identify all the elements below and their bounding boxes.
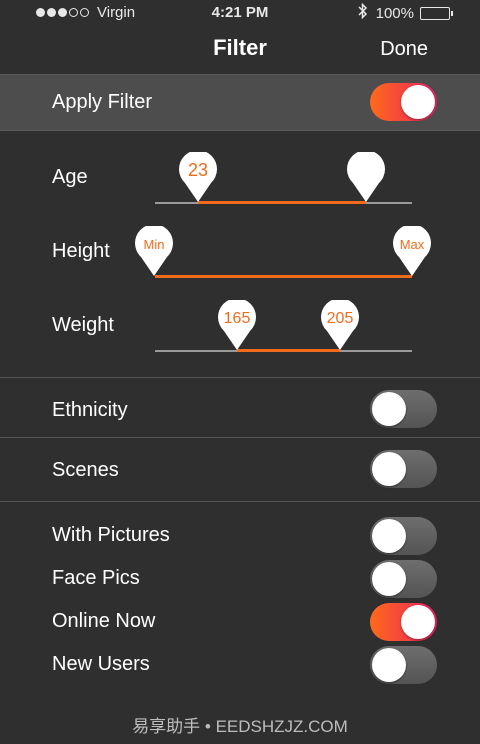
scenes-label: Scenes [52, 459, 119, 481]
new-users-label: New Users [52, 653, 150, 675]
height-max-value: Max [399, 237, 425, 252]
apply-filter-toggle[interactable] [370, 83, 437, 121]
apply-filter-label: Apply Filter [52, 91, 153, 113]
toggle-knob [401, 85, 435, 119]
weight-min-handle[interactable]: 165 [218, 300, 256, 350]
height-min-value: Min [143, 237, 165, 252]
weight-label: Weight [52, 314, 114, 336]
height-max-handle[interactable]: Max [393, 226, 431, 276]
apply-filter-row: Apply Filter [0, 74, 480, 131]
status-right: 100% [358, 2, 453, 23]
age-min-handle[interactable]: 23 [179, 152, 217, 202]
weight-max-value: 205 [326, 310, 354, 327]
online-now-label: Online Now [52, 610, 156, 632]
face-pics-label: Face Pics [52, 567, 140, 589]
toggle-knob [372, 648, 406, 682]
height-min-handle[interactable]: Min [135, 226, 173, 276]
height-slider-range [155, 275, 412, 278]
face-pics-toggle[interactable] [370, 560, 437, 598]
ethnicity-label: Ethnicity [52, 399, 128, 421]
with-pictures-toggle[interactable] [370, 517, 437, 555]
toggle-knob [372, 562, 406, 596]
divider [0, 377, 480, 378]
age-slider-range [198, 201, 366, 204]
age-min-value: 23 [187, 160, 209, 180]
new-users-toggle[interactable] [370, 646, 437, 684]
divider [0, 501, 480, 502]
done-button[interactable]: Done [380, 38, 428, 61]
toggle-knob [372, 452, 406, 486]
toggle-knob [372, 519, 406, 553]
online-now-toggle[interactable] [370, 603, 437, 641]
age-label: Age [52, 166, 88, 188]
age-max-handle[interactable] [347, 152, 385, 202]
battery-icon [420, 6, 453, 20]
battery-percent: 100% [375, 4, 414, 22]
toggle-knob [372, 392, 406, 426]
status-bar: Virgin 4:21 PM 100% [0, 0, 480, 26]
height-label: Height [52, 240, 110, 262]
watermark-text: 易享助手 • EEDSHZJZ.COM [132, 717, 348, 736]
ethnicity-toggle[interactable] [370, 390, 437, 428]
bluetooth-icon [358, 2, 368, 23]
scenes-toggle[interactable] [370, 450, 437, 488]
nav-bar: Filter Done [0, 26, 480, 74]
weight-min-value: 165 [223, 310, 251, 327]
weight-max-handle[interactable]: 205 [321, 300, 359, 350]
divider [0, 437, 480, 438]
toggle-knob [401, 605, 435, 639]
with-pictures-label: With Pictures [52, 524, 170, 546]
